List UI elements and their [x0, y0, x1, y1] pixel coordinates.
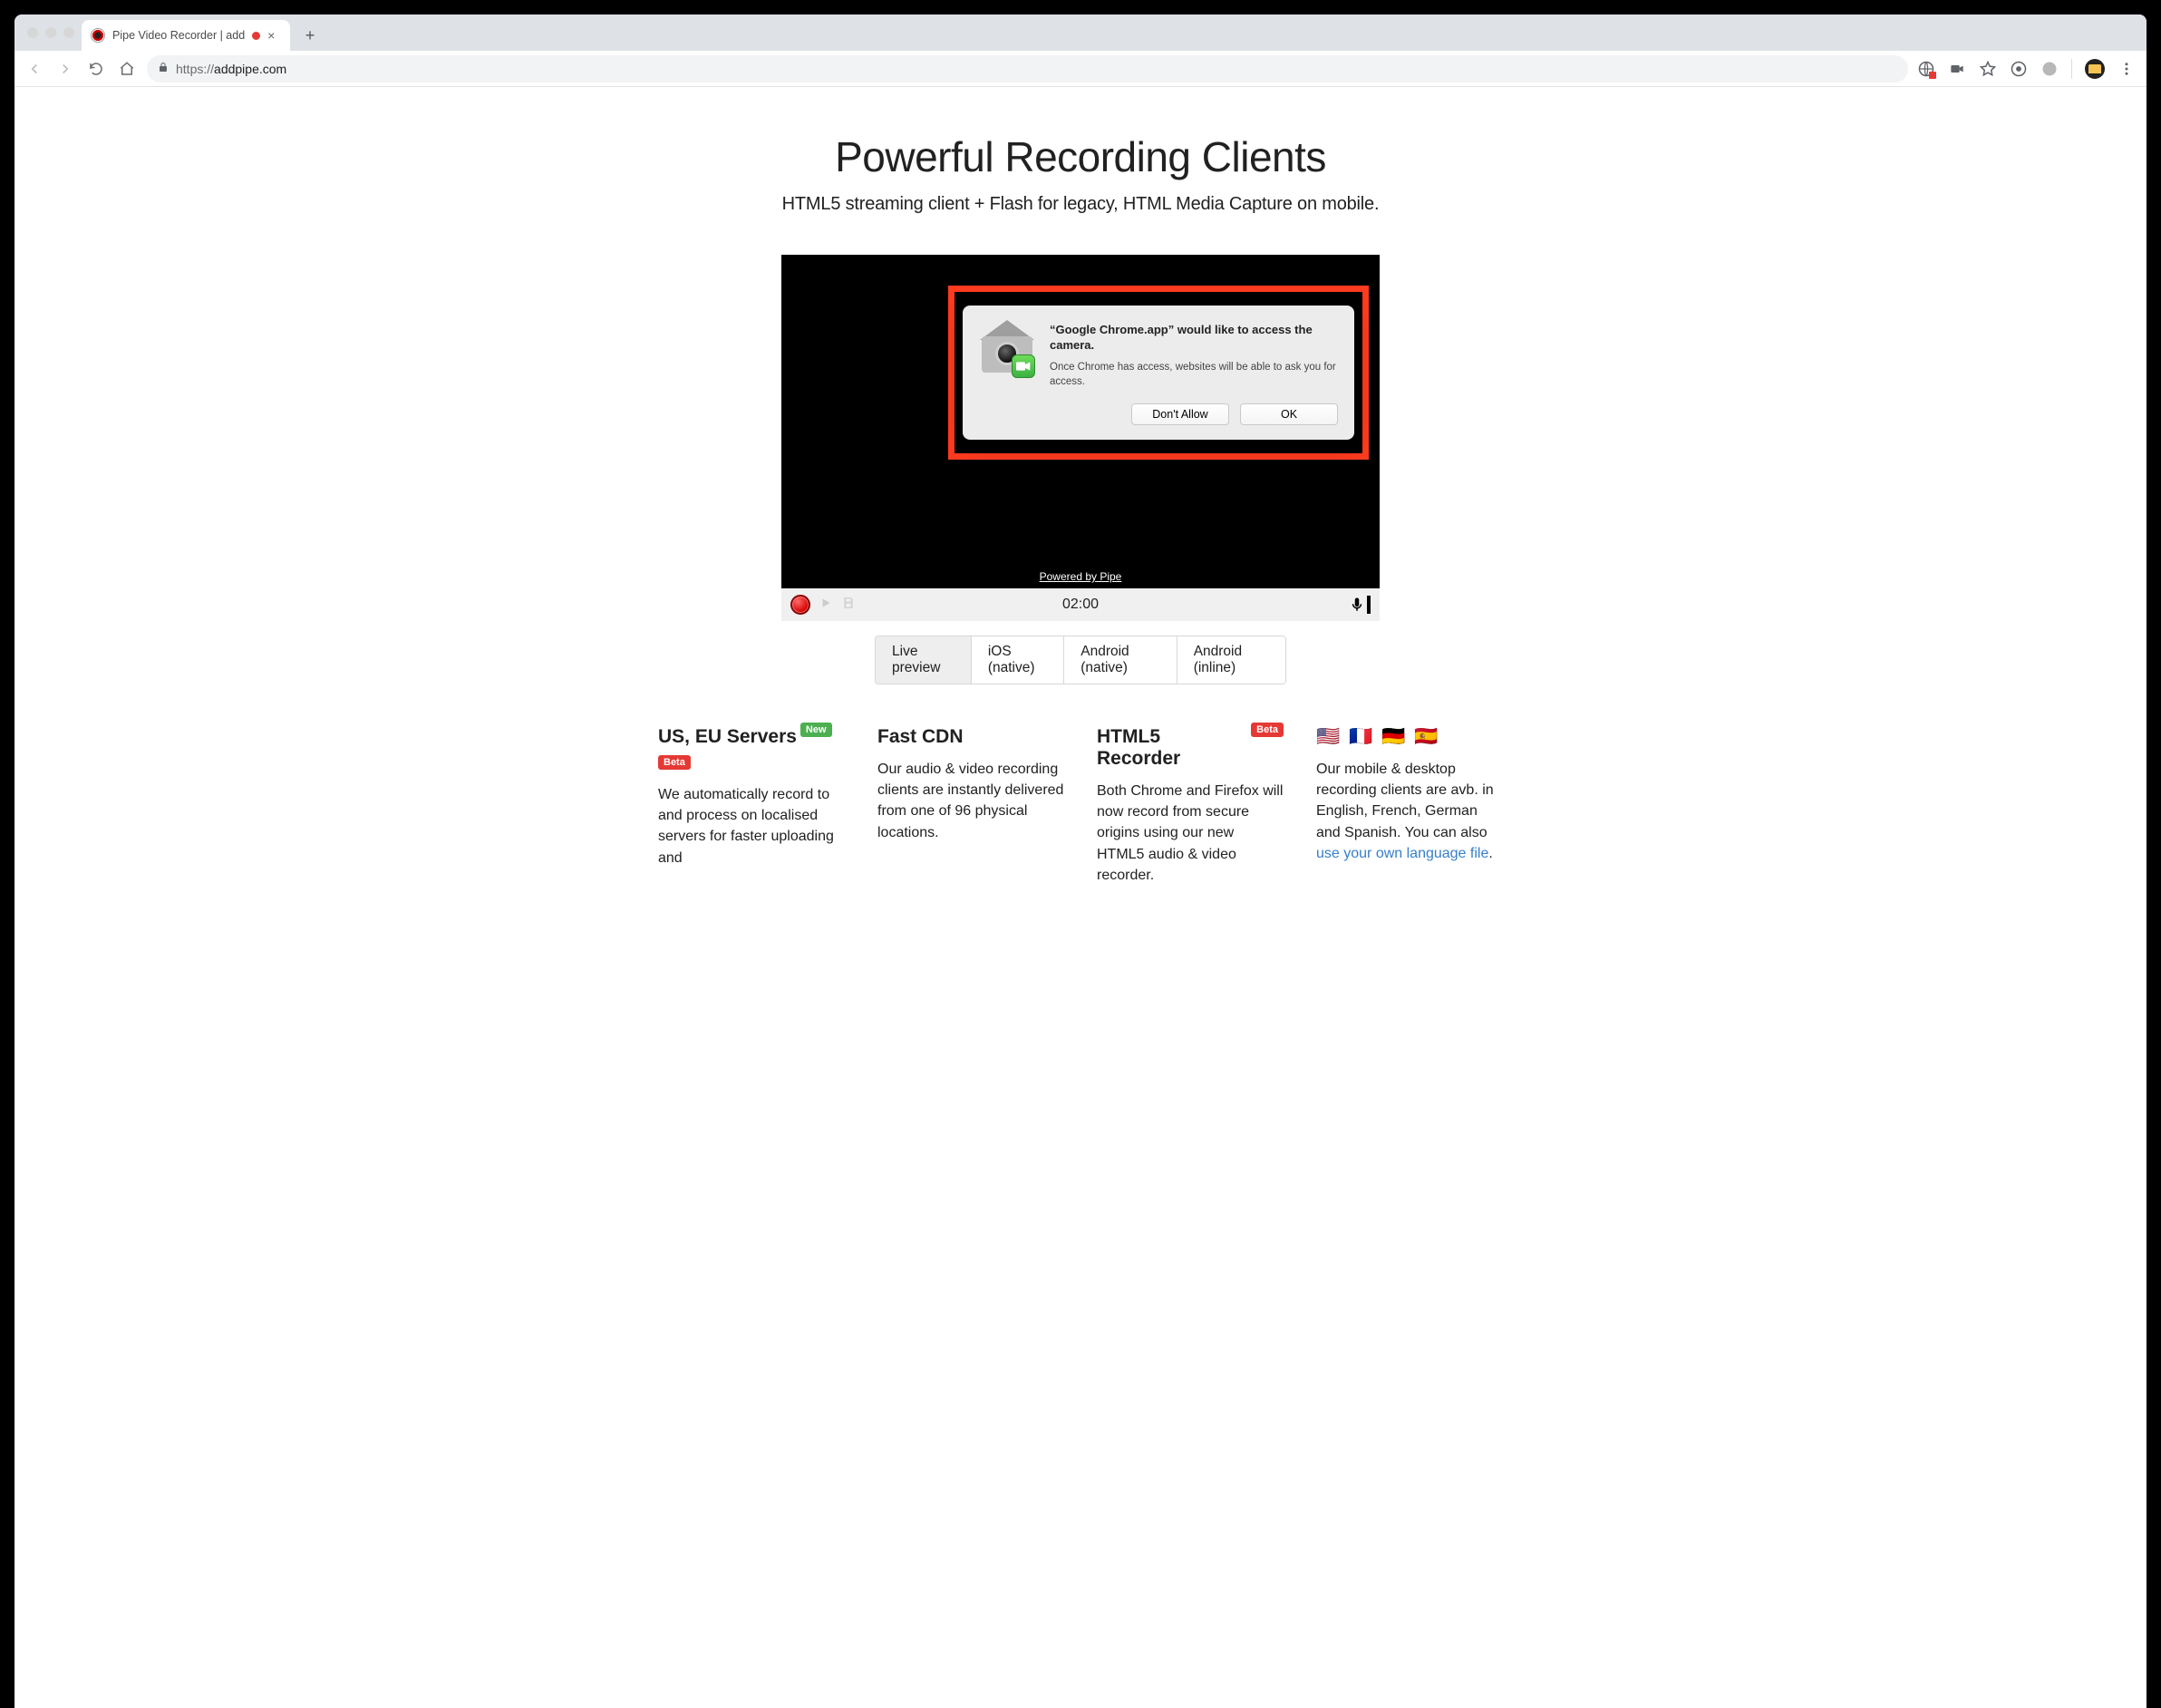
home-button[interactable]	[116, 58, 138, 80]
feature-body: Our audio & video recording clients are …	[877, 759, 1064, 843]
address-bar[interactable]: https://addpipe.com	[147, 55, 1908, 82]
microphone-toggle[interactable]	[1349, 596, 1371, 614]
mic-level-icon	[1367, 596, 1371, 614]
toolbar-divider	[2071, 59, 2072, 79]
tab-ios-native[interactable]: iOS (native)	[972, 636, 1064, 684]
traffic-light-minimize-icon[interactable]	[45, 27, 56, 38]
beta-badge: Beta	[658, 755, 691, 770]
window-controls	[24, 15, 82, 51]
play-button[interactable]	[819, 597, 832, 614]
translate-icon[interactable]	[1917, 60, 1935, 78]
traffic-light-zoom-icon[interactable]	[63, 27, 74, 38]
feature-title: HTML5 Recorder	[1097, 726, 1247, 770]
feature-title: Fast CDN	[877, 726, 964, 748]
menu-icon[interactable]	[2117, 60, 2136, 78]
recording-indicator-icon	[252, 32, 260, 40]
new-tab-button[interactable]: +	[297, 23, 323, 48]
extension-icon[interactable]	[2010, 60, 2028, 78]
facetime-badge-icon	[1012, 354, 1035, 378]
feature-body: Our mobile & desktop recording clients a…	[1316, 759, 1503, 864]
highlight-annotation: “Google Chrome.app” would like to access…	[948, 286, 1369, 460]
language-file-link[interactable]: use your own language file	[1316, 846, 1488, 861]
page-content: Powerful Recording Clients HTML5 streami…	[15, 87, 2146, 1708]
tab-strip: Pipe Video Recorder | add × +	[15, 15, 2146, 51]
feature-cdn: Fast CDN Our audio & video recording cli…	[877, 726, 1064, 886]
camera-indicator-icon[interactable]	[1948, 60, 1966, 78]
time-display: 02:00	[781, 597, 1380, 613]
browser-tab[interactable]: Pipe Video Recorder | add ×	[82, 20, 290, 51]
beta-badge: Beta	[1251, 723, 1284, 737]
favicon-icon	[91, 28, 105, 43]
profile-avatar[interactable]	[2085, 59, 2105, 79]
forward-button[interactable]	[54, 58, 76, 80]
features-section: US, EU Servers New Beta We automatically…	[647, 726, 1514, 886]
feature-servers: US, EU Servers New Beta We automatically…	[658, 726, 845, 886]
ok-button[interactable]: OK	[1240, 403, 1338, 425]
tab-android-native[interactable]: Android (native)	[1064, 636, 1177, 684]
bookmark-star-icon[interactable]	[1979, 60, 1997, 78]
browser-window: Pipe Video Recorder | add × + https://ad…	[15, 15, 2146, 1708]
permission-title: “Google Chrome.app” would like to access…	[1050, 322, 1338, 354]
reload-button[interactable]	[85, 58, 107, 80]
url-text: https://addpipe.com	[176, 62, 286, 76]
save-button[interactable]	[841, 596, 856, 615]
tab-title: Pipe Video Recorder | add	[112, 29, 245, 42]
camera-permission-dialog: “Google Chrome.app” would like to access…	[963, 306, 1354, 440]
new-badge: New	[800, 723, 832, 737]
flag-icons: 🇺🇸 🇫🇷 🇩🇪 🇪🇸	[1316, 726, 1503, 748]
record-button[interactable]	[790, 595, 810, 615]
permission-app-icon	[979, 322, 1035, 378]
feature-body: Both Chrome and Firefox will now record …	[1097, 781, 1284, 886]
recorder-controls: 02:00	[781, 588, 1380, 621]
permission-description: Once Chrome has access, websites will be…	[1050, 361, 1338, 389]
microphone-icon	[1349, 597, 1365, 613]
back-button[interactable]	[24, 58, 45, 80]
preview-tabs: Live preview iOS (native) Android (nativ…	[875, 636, 1286, 684]
page-subtitle: HTML5 streaming client + Flash for legac…	[15, 194, 2146, 215]
lock-icon	[158, 61, 169, 76]
feature-languages: 🇺🇸 🇫🇷 🇩🇪 🇪🇸 Our mobile & desktop recordi…	[1316, 726, 1503, 886]
video-recorder: “Google Chrome.app” would like to access…	[781, 255, 1380, 621]
tab-live-preview[interactable]: Live preview	[876, 636, 972, 684]
feature-title: US, EU Servers	[658, 726, 797, 748]
feature-html5: HTML5 Recorder Beta Both Chrome and Fire…	[1097, 726, 1284, 886]
tab-android-inline[interactable]: Android (inline)	[1177, 636, 1285, 684]
toolbar-actions	[1917, 59, 2137, 79]
video-preview-area: “Google Chrome.app” would like to access…	[781, 255, 1380, 588]
browser-toolbar: https://addpipe.com	[15, 51, 2146, 87]
close-tab-icon[interactable]: ×	[267, 29, 275, 42]
traffic-light-close-icon[interactable]	[27, 27, 38, 38]
dont-allow-button[interactable]: Don't Allow	[1131, 403, 1229, 425]
feature-body: We automatically record to and process o…	[658, 784, 845, 869]
page-title: Powerful Recording Clients	[15, 132, 2146, 181]
share-icon[interactable]	[2040, 60, 2059, 78]
powered-by-link[interactable]: Powered by Pipe	[781, 570, 1380, 583]
